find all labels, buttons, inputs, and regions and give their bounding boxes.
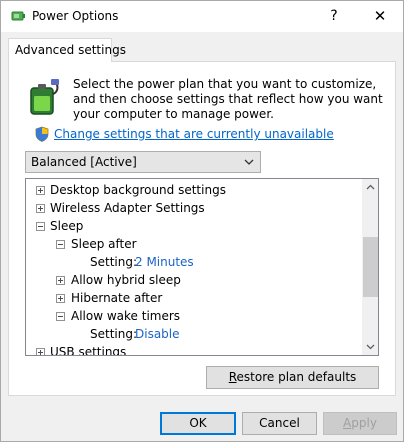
power-options-icon	[11, 11, 25, 21]
power-plan-select[interactable]: Balanced [Active]	[25, 151, 261, 173]
tree-item-label: Wireless Adapter Settings	[50, 201, 205, 215]
intro-text: Select the power plan that you want to c…	[73, 77, 383, 121]
close-button[interactable]: ✕	[357, 1, 403, 32]
collapse-icon[interactable]	[36, 222, 45, 231]
tree-scrollbar[interactable]	[362, 179, 379, 355]
help-button[interactable]: ?	[311, 1, 357, 32]
settings-tree[interactable]: Desktop background settings Wireless Ada…	[25, 178, 379, 356]
settings-tree-content: Desktop background settings Wireless Ada…	[26, 179, 362, 355]
restore-mnemonic: R	[228, 370, 237, 384]
tree-item-label: Allow wake timers	[71, 309, 181, 323]
restore-label: estore plan defaults	[236, 370, 357, 384]
setting-label: Setting:	[90, 327, 138, 341]
tree-item-label: Desktop background settings	[50, 183, 226, 197]
restore-defaults-button[interactable]: Restore plan defaults	[206, 366, 379, 389]
title-bar: Power Options ? ✕	[1, 1, 403, 32]
expand-icon[interactable]	[36, 204, 45, 213]
setting-value-link[interactable]: 2 Minutes	[135, 253, 194, 271]
battery-plug-icon	[30, 79, 59, 115]
uac-shield-icon	[35, 126, 49, 142]
tree-item-label: Sleep	[50, 219, 84, 233]
tree-item-label: Hibernate after	[71, 291, 163, 305]
change-settings-link[interactable]: Change settings that are currently unava…	[54, 127, 334, 141]
cancel-button[interactable]: Cancel	[242, 412, 317, 435]
apply-button[interactable]: Apply	[323, 412, 397, 435]
scroll-up-icon[interactable]	[362, 179, 379, 196]
expand-icon[interactable]	[36, 348, 45, 355]
expand-icon[interactable]	[56, 276, 65, 285]
chevron-down-icon	[244, 159, 254, 165]
tab-advanced-settings[interactable]: Advanced settings	[8, 38, 126, 62]
tree-item-label: USB settings	[50, 345, 127, 355]
setting-value-link[interactable]: Disable	[135, 325, 180, 343]
scrollbar-thumb[interactable]	[363, 237, 378, 297]
ok-button[interactable]: OK	[160, 412, 236, 435]
setting-label: Setting:	[90, 255, 138, 269]
expand-icon[interactable]	[56, 294, 65, 303]
tab-label: Advanced settings	[15, 43, 126, 57]
expand-icon[interactable]	[36, 186, 45, 195]
tree-item-label: Sleep after	[71, 237, 137, 251]
collapse-icon[interactable]	[56, 312, 65, 321]
power-options-window: Power Options ? ✕ Advanced settings Sele…	[0, 0, 404, 442]
tree-item-label: Allow hybrid sleep	[71, 273, 181, 287]
window-title: Power Options	[32, 9, 119, 23]
power-plan-select-value: Balanced [Active]	[31, 155, 137, 169]
scroll-down-icon[interactable]	[362, 338, 379, 355]
apply-label: pply	[351, 416, 377, 430]
collapse-icon[interactable]	[56, 240, 65, 249]
